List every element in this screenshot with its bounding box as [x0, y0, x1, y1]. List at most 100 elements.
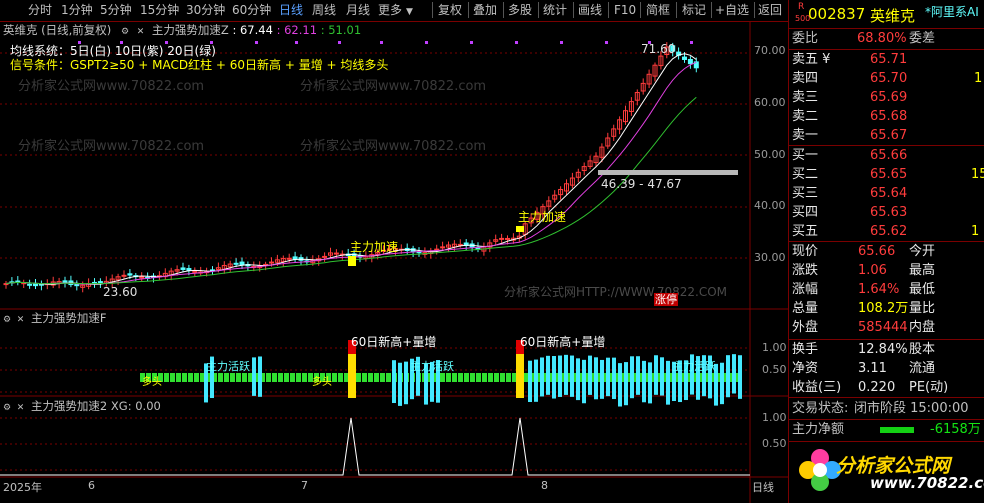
net-flow-label: 主力净额 — [792, 420, 844, 440]
buy-level-row[interactable]: 买五 65.62 1 — [788, 222, 984, 242]
cyan-bar — [252, 357, 256, 396]
settings-gear-icon[interactable]: ⚙ — [3, 403, 11, 413]
active-strip — [506, 373, 511, 382]
more-chevron-icon[interactable]: ▼ — [406, 5, 413, 20]
tab-15min[interactable]: 15分钟 — [140, 3, 179, 18]
stat-value: 1.06 — [858, 261, 887, 281]
sell-level-row[interactable]: 卖四 65.70 1 — [788, 69, 984, 89]
sell-level-row[interactable]: 卖二 65.68 — [788, 107, 984, 127]
level-label: 卖五 ¥ — [792, 50, 830, 70]
cyan-bar — [564, 355, 568, 395]
bull-label: 多头 — [312, 373, 332, 388]
trade-status-label: 交易状态: — [792, 399, 848, 419]
cyan-bar — [404, 362, 408, 405]
kline-chart[interactable] — [0, 22, 788, 503]
low-price-label: 23.60 — [103, 285, 137, 299]
x-axis-year: 2025年 — [3, 479, 42, 495]
stat-row[interactable]: 涨幅 1.64% 最低 — [788, 280, 984, 300]
level-label: 买五 — [792, 222, 818, 242]
y-tick: 30.00 — [754, 251, 786, 264]
add-favorite-button[interactable]: +自选 — [715, 3, 749, 18]
stat-row[interactable]: 涨跌 1.06 最高 — [788, 261, 984, 281]
y-tick: 50.00 — [754, 148, 786, 161]
statistics-button[interactable]: 统计 — [543, 3, 567, 18]
candle-body — [506, 238, 510, 239]
level-price: 65.71 — [870, 50, 907, 70]
level-volume: 15 — [971, 165, 984, 185]
signal-condition: 信号条件：GSPT2≥50 + MACD红柱 + 60日新高 + 量增 + 均线… — [10, 58, 388, 72]
weibi-label: 委比 — [792, 29, 818, 49]
settings-gear-icon[interactable]: ⚙ — [3, 315, 11, 325]
active-strip — [170, 373, 175, 382]
cyan-bar — [612, 358, 616, 399]
signal-label-1: 60日新高+量增 — [351, 333, 436, 350]
y-tick: 0.50 — [762, 363, 787, 376]
candle-body — [287, 258, 291, 259]
candle-body — [683, 57, 687, 59]
f10-button[interactable]: F10 — [614, 3, 636, 18]
sell-level-row[interactable]: 卖一 65.67 — [788, 126, 984, 146]
overlay-button[interactable]: 叠加 — [473, 3, 497, 18]
simple-frame-button[interactable]: 简框 — [646, 3, 670, 18]
active-strip — [194, 373, 199, 382]
close-indicator-icon[interactable]: ✕ — [137, 27, 145, 37]
stat-value: 3.11 — [858, 359, 887, 379]
level-price: 65.69 — [870, 88, 907, 108]
buy-level-row[interactable]: 买一 65.66 — [788, 146, 984, 166]
stat-label: 量比 — [909, 299, 935, 319]
candle-body — [688, 59, 692, 63]
stock-title: 英维克 (日线,前复权) — [3, 23, 111, 37]
close-indicator-icon[interactable]: ✕ — [17, 403, 25, 413]
stat-row[interactable]: 现价 65.66 今开 — [788, 242, 984, 262]
candle-body — [128, 274, 132, 275]
tab-more[interactable]: 更多 — [378, 3, 402, 18]
y-tick: 70.00 — [754, 44, 786, 57]
level-label: 卖三 — [792, 88, 818, 108]
buy-level-row[interactable]: 买三 65.64 — [788, 184, 984, 204]
tab-1min[interactable]: 1分钟 — [61, 3, 93, 18]
signal-dot — [470, 41, 473, 44]
y-tick: 0.50 — [762, 437, 787, 450]
close-indicator-icon[interactable]: ✕ — [17, 315, 25, 325]
signal-dot — [560, 41, 563, 44]
sell-level-row[interactable]: 卖三 65.69 — [788, 88, 984, 108]
level-label: 买二 — [792, 165, 818, 185]
sell-level-row[interactable]: 卖五 ¥ 65.71 — [788, 50, 984, 70]
candle-body — [323, 256, 327, 257]
back-button[interactable]: 返回 — [758, 3, 782, 18]
stat-label: 内盘 — [909, 318, 935, 338]
tab-daily[interactable]: 日线 — [279, 3, 303, 18]
cyan-bar — [606, 358, 610, 396]
mark-button[interactable]: 标记 — [682, 3, 706, 18]
tab-60min[interactable]: 60分钟 — [232, 3, 271, 18]
restore-rights-button[interactable]: 复权 — [438, 3, 462, 18]
settings-gear-icon[interactable]: ⚙ — [121, 27, 129, 37]
buy-level-row[interactable]: 买四 65.63 — [788, 203, 984, 223]
stat-row[interactable]: 总量 108.2万 量比 — [788, 299, 984, 319]
stat-label: 现价 — [792, 242, 818, 262]
stat-row[interactable]: 外盘 585444 内盘 — [788, 318, 984, 338]
tab-monthly[interactable]: 月线 — [346, 3, 370, 18]
concept-tag[interactable]: *阿里系AI — [925, 3, 979, 20]
buy-level-row[interactable]: 买二 65.65 15 — [788, 165, 984, 185]
cyan-bar — [738, 355, 742, 399]
tab-fenshi[interactable]: 分时 — [28, 3, 52, 18]
stat-label: 总量 — [792, 299, 818, 319]
draw-line-button[interactable]: 画线 — [578, 3, 602, 18]
stat-row[interactable]: 收益(三) 0.220 PE(动) — [788, 378, 984, 398]
tab-weekly[interactable]: 周线 — [312, 3, 336, 18]
stock-name: 英维克 — [870, 5, 915, 26]
multi-stock-button[interactable]: 多股 — [508, 3, 532, 18]
tab-5min[interactable]: 5分钟 — [100, 3, 132, 18]
tab-30min[interactable]: 30分钟 — [186, 3, 225, 18]
stat-row[interactable]: 换手 12.84% 股本 — [788, 340, 984, 360]
level-label: 买三 — [792, 184, 818, 204]
watermark: 分析家公式网www.70822.com — [300, 75, 486, 94]
x-axis-period[interactable]: 日线 — [752, 479, 774, 495]
candle-body — [270, 262, 274, 263]
stat-row[interactable]: 净资 3.11 流通 — [788, 359, 984, 379]
cyan-bar — [624, 362, 628, 405]
active-strip — [266, 373, 271, 382]
cyan-bar — [570, 356, 574, 397]
cyan-bar — [534, 360, 538, 402]
